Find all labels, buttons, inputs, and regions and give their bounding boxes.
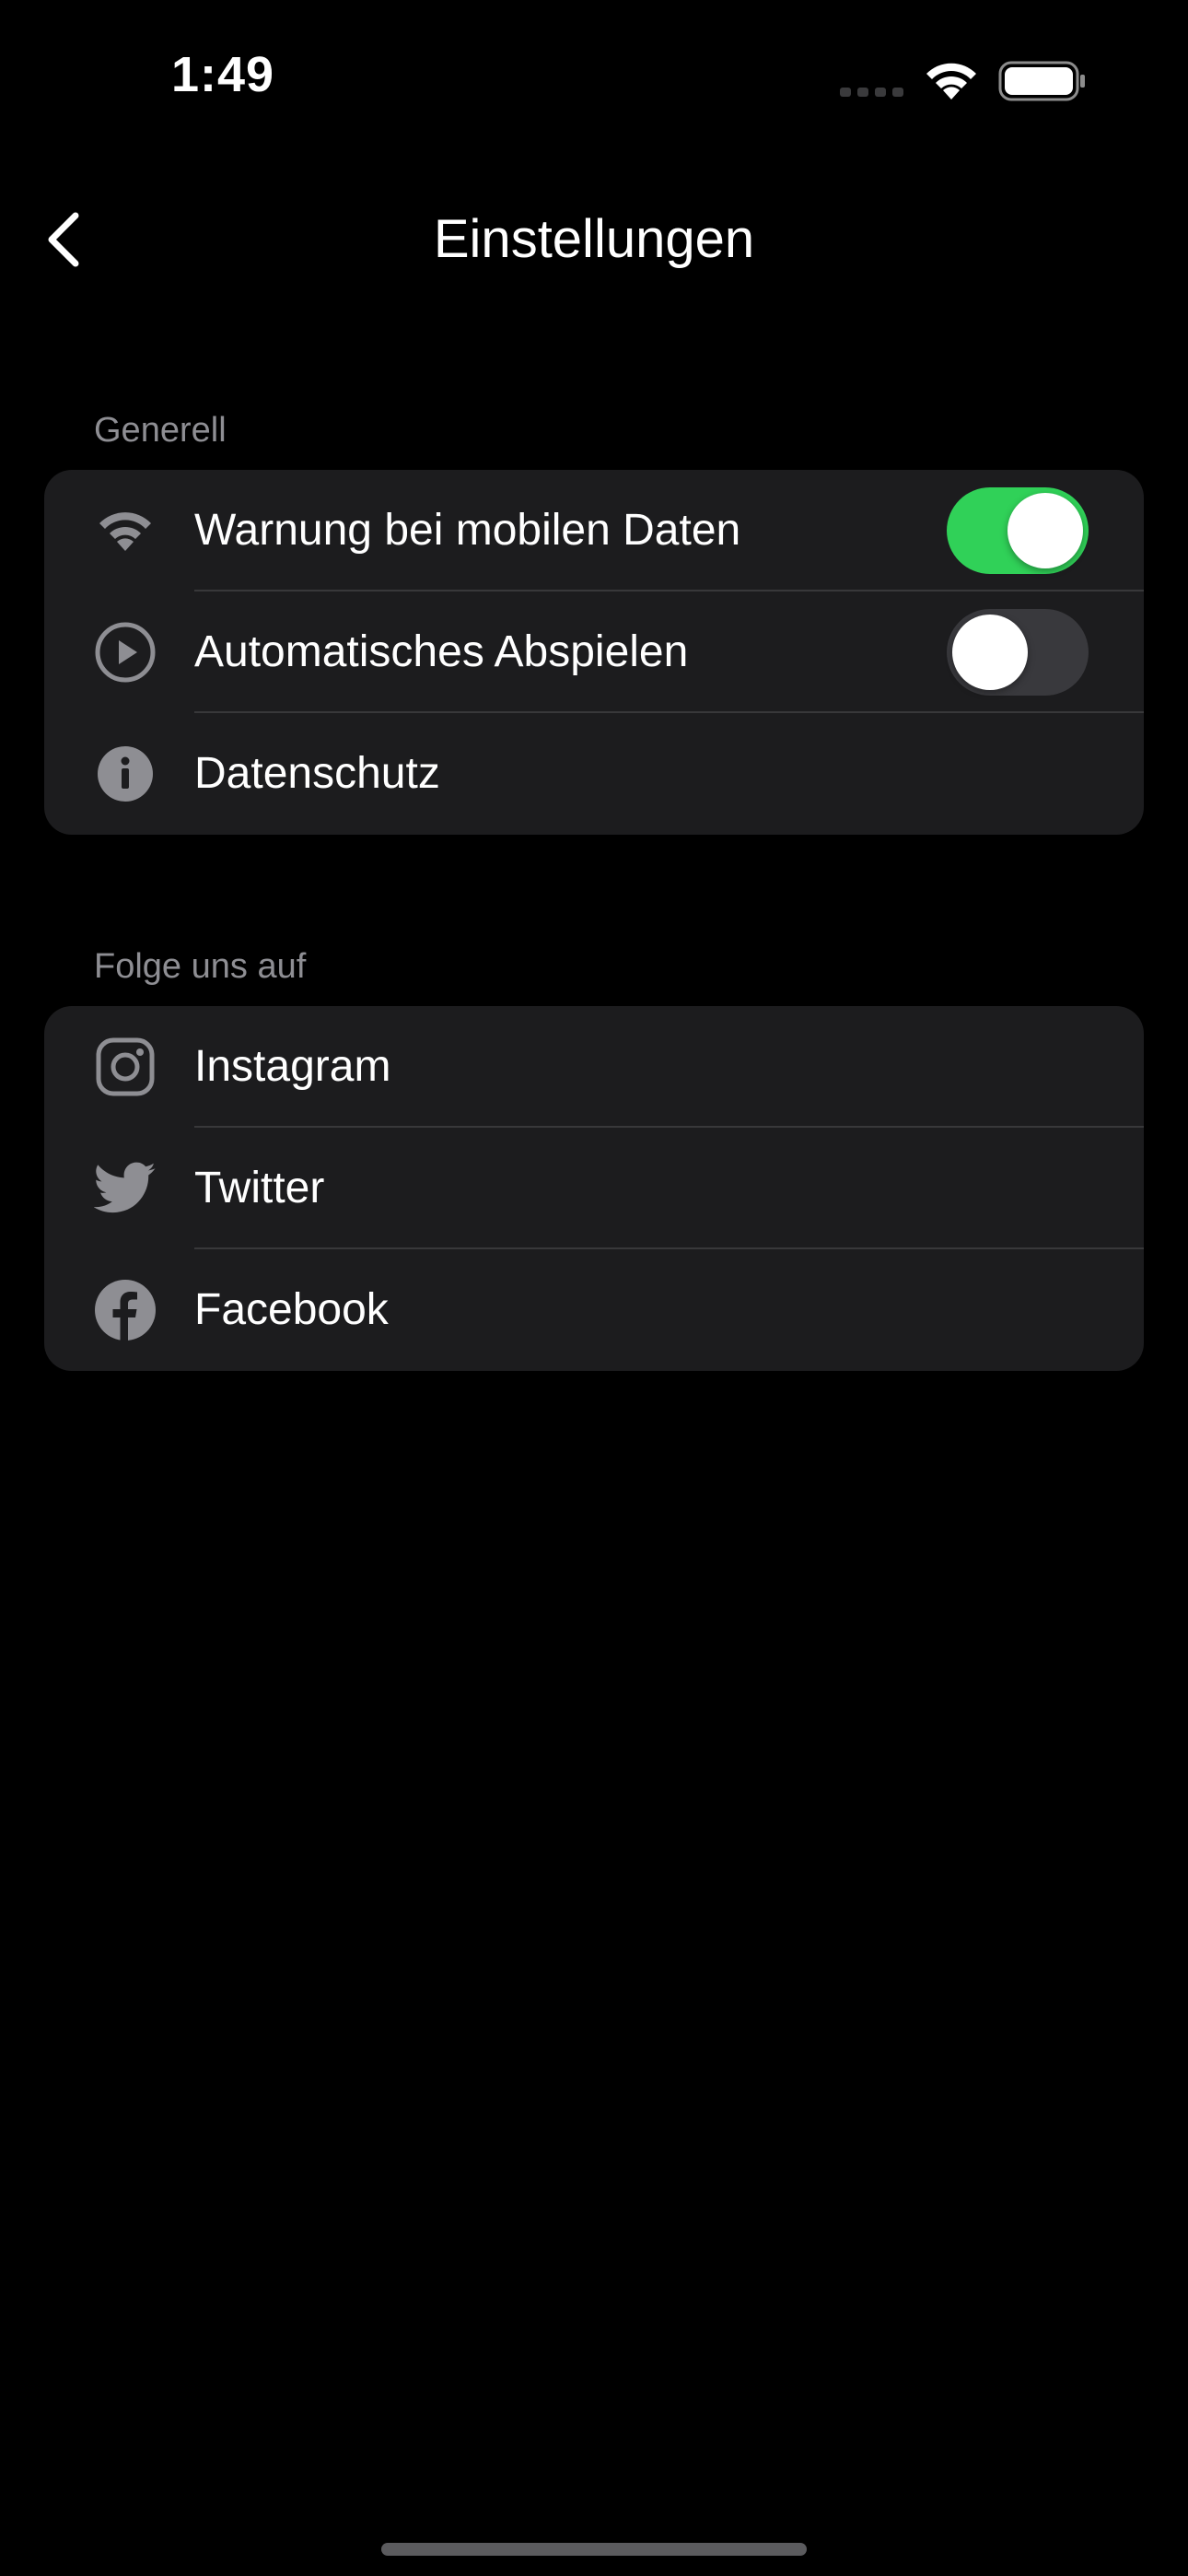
wifi-icon bbox=[926, 63, 976, 100]
row-label: Warnung bei mobilen Daten bbox=[194, 506, 741, 555]
row-twitter[interactable]: Twitter bbox=[44, 1128, 1144, 1249]
row-label: Automatisches Abspielen bbox=[194, 627, 689, 676]
info-icon bbox=[94, 743, 157, 805]
twitter-icon bbox=[94, 1157, 157, 1220]
page-title: Einstellungen bbox=[433, 209, 755, 269]
toggle-knob bbox=[952, 615, 1028, 690]
home-indicator[interactable] bbox=[381, 2543, 807, 2556]
instagram-icon bbox=[94, 1036, 157, 1098]
autoplay-toggle[interactable] bbox=[947, 609, 1089, 696]
row-instagram[interactable]: Instagram bbox=[44, 1006, 1144, 1128]
row-label: Instagram bbox=[194, 1042, 391, 1091]
row-label: Twitter bbox=[194, 1164, 325, 1212]
row-privacy[interactable]: Datenschutz bbox=[44, 713, 1144, 835]
mobile-data-warning-toggle[interactable] bbox=[947, 487, 1089, 574]
settings-group-social: Instagram Twitter Facebook bbox=[44, 1006, 1144, 1371]
nav-bar: Einstellungen bbox=[0, 184, 1188, 295]
section-header-social: Folge uns auf bbox=[94, 947, 307, 986]
status-bar: 1:49 bbox=[0, 0, 1188, 157]
signal-dots-icon bbox=[840, 88, 903, 97]
play-circle-icon bbox=[94, 621, 157, 684]
chevron-left-icon bbox=[48, 212, 79, 267]
toggle-knob bbox=[1007, 493, 1083, 568]
row-mobile-data-warning[interactable]: Warnung bei mobilen Daten bbox=[44, 470, 1144, 591]
row-autoplay[interactable]: Automatisches Abspielen bbox=[44, 591, 1144, 713]
back-button[interactable] bbox=[26, 203, 99, 276]
row-label: Datenschutz bbox=[194, 749, 440, 798]
wifi-icon bbox=[94, 499, 157, 562]
row-facebook[interactable]: Facebook bbox=[44, 1249, 1144, 1371]
status-time: 1:49 bbox=[171, 47, 275, 102]
settings-group-general: Warnung bei mobilen Daten Automatisches … bbox=[44, 470, 1144, 835]
battery-icon bbox=[998, 61, 1085, 101]
row-label: Facebook bbox=[194, 1285, 389, 1334]
section-header-general: Generell bbox=[94, 411, 227, 450]
facebook-icon bbox=[94, 1279, 157, 1341]
